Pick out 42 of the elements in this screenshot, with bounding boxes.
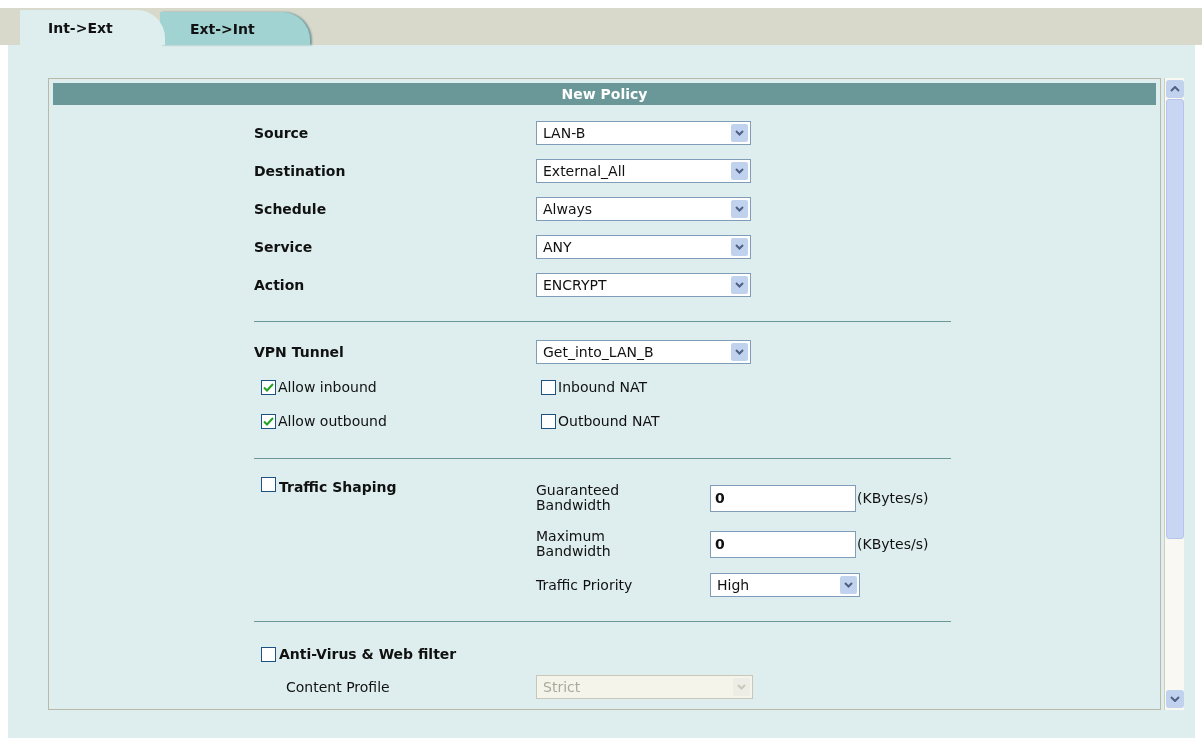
field-label: Source — [254, 123, 310, 143]
dropdown[interactable]: LAN-B — [536, 121, 751, 145]
checkbox-label: Inbound NAT — [558, 377, 648, 397]
chevron-up-icon — [1169, 86, 1180, 92]
checkbox-label: Allow outbound — [278, 411, 387, 431]
input-field[interactable]: 0 — [710, 530, 856, 558]
dropdown[interactable]: ENCRYPT — [536, 273, 751, 297]
checkbox[interactable] — [261, 413, 276, 429]
field-label: (KBytes/s) — [857, 488, 929, 508]
field-label: Anti-Virus & Web filter — [279, 644, 457, 664]
checkbox-label: Outbound NAT — [558, 411, 660, 431]
field-label: Schedule — [254, 199, 328, 219]
scroll-thumb[interactable] — [1165, 99, 1184, 539]
input-field[interactable]: 0 — [710, 484, 856, 512]
dropdown[interactable]: Get_into_LAN_B — [536, 340, 751, 364]
field-label: Action — [254, 275, 306, 295]
scroll-up-button[interactable] — [1165, 80, 1184, 98]
scroll-down-button[interactable] — [1165, 690, 1184, 708]
checkbox[interactable] — [541, 413, 556, 429]
field-label: Service — [254, 237, 314, 257]
tab[interactable]: Int->Ext — [20, 10, 165, 45]
scrollbar[interactable] — [1164, 78, 1184, 710]
field-label: Traffic Shaping — [279, 478, 397, 497]
tab[interactable]: Ext->Int — [160, 12, 310, 45]
field-label: Destination — [254, 161, 347, 181]
chevron-down-icon — [1169, 696, 1180, 702]
checkbox[interactable] — [541, 379, 556, 395]
dropdown[interactable]: ANY — [536, 235, 751, 259]
field-label: Guaranteed Bandwidth — [536, 483, 621, 513]
field-label: Maximum Bandwidth — [536, 529, 612, 559]
field-label: (KBytes/s) — [857, 534, 929, 554]
dropdown[interactable]: High — [710, 573, 860, 597]
dropdown[interactable]: External_All — [536, 159, 751, 183]
field-label: Traffic Priority — [536, 575, 634, 595]
checkbox-label: Allow inbound — [278, 377, 377, 397]
panel-title: New Policy — [53, 83, 1156, 105]
field-label: Content Profile — [286, 677, 391, 697]
dropdown[interactable]: Always — [536, 197, 751, 221]
checkbox[interactable] — [261, 646, 276, 662]
checkbox[interactable] — [261, 477, 276, 492]
field-label: VPN Tunnel — [254, 342, 345, 362]
checkbox[interactable] — [261, 379, 276, 395]
